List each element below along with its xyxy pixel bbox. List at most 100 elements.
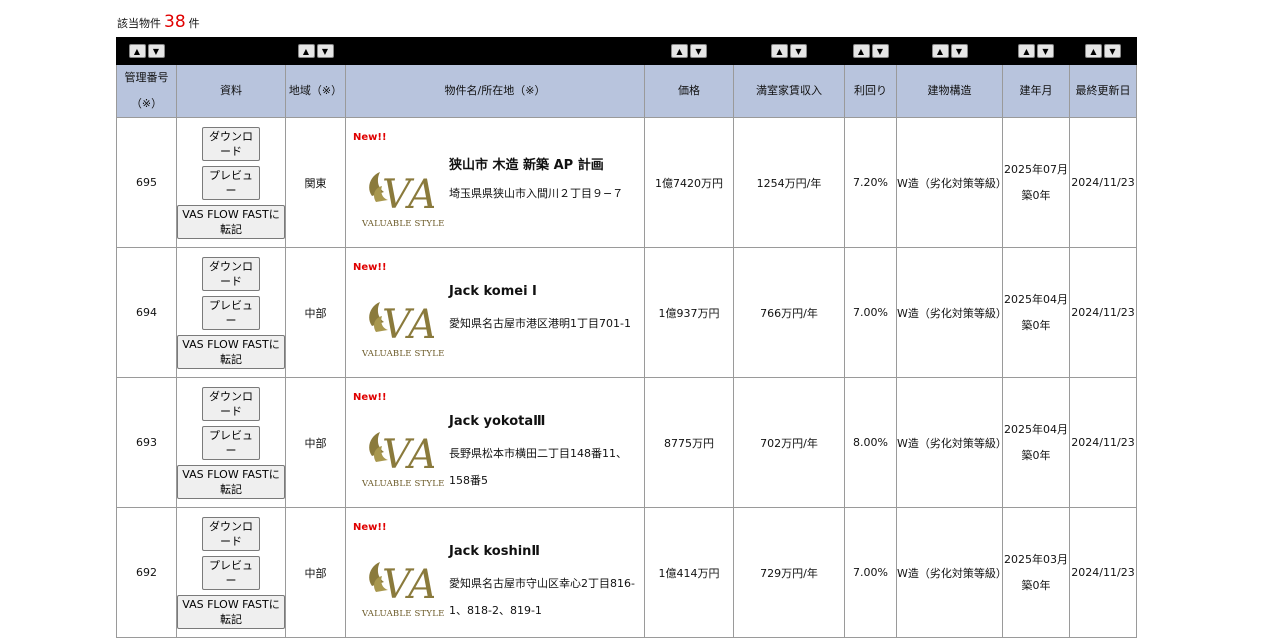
building-age: 築0年 xyxy=(1021,188,1051,202)
logo-text: VALUABLE STYLE xyxy=(362,609,445,619)
new-badge: New!! xyxy=(353,132,387,143)
svg-text:VAS: VAS xyxy=(382,172,434,218)
sort-desc-structure-button[interactable]: ▼ xyxy=(950,44,968,58)
cell-property[interactable]: New!! VAS VALUABLE STYLE 狭山市 木造 新築 AP 計画… xyxy=(345,117,645,248)
sort-asc-region-button[interactable]: ▲ xyxy=(297,44,315,58)
header-updated: 最終更新日 xyxy=(1069,64,1137,118)
cell-id: 694 xyxy=(116,247,177,378)
header-row: 管理番号（※） 資料 地域（※） 物件名/所在地（※） 価格 満室家賃収入 利回… xyxy=(116,64,1137,118)
property-table: ▲ ▼ ▲ ▼ ▲ ▼ ▲ ▼ ▲ ▼ ▲ ▼ ▲ ▼ ▲ ▼ 管理番号（※） 資料 地域（※）… xyxy=(116,37,1137,638)
building-age: 築0年 xyxy=(1021,448,1051,462)
sort-asc-id-button[interactable]: ▲ xyxy=(128,44,146,58)
sort-desc-price-button[interactable]: ▼ xyxy=(690,44,707,58)
cell-yield: 8.00% xyxy=(844,377,897,508)
cell-property[interactable]: New!! VAS VALUABLE STYLE Jack koshinⅡ 愛知… xyxy=(345,507,645,638)
vas-logo-icon: VAS xyxy=(369,562,434,608)
transfer-button[interactable]: VAS FLOW FASTに転記 xyxy=(177,594,285,629)
preview-button[interactable]: プレビュー xyxy=(202,425,260,460)
sort-desc-region-button[interactable]: ▼ xyxy=(316,44,334,58)
sort-desc-id-button[interactable]: ▼ xyxy=(147,44,165,58)
table-row: 692 ダウンロード プレビュー VAS FLOW FASTに転記 中部 New… xyxy=(116,507,1137,638)
cell-updated: 2024/11/23 xyxy=(1069,247,1137,378)
new-badge: New!! xyxy=(353,392,387,403)
cell-yield: 7.00% xyxy=(844,247,897,378)
sort-asc-yield-button[interactable]: ▲ xyxy=(852,44,870,58)
valuable-style-logo[interactable]: VAS VALUABLE STYLE xyxy=(362,552,445,622)
header-property: 物件名/所在地（※） xyxy=(345,64,645,118)
cell-built: 2025年04月 築0年 xyxy=(1002,247,1070,378)
sort-desc-income-button[interactable]: ▼ xyxy=(790,44,807,58)
sort-asc-built-button[interactable]: ▲ xyxy=(1018,44,1035,58)
sort-cell-structure: ▲ ▼ xyxy=(896,37,1003,65)
header-yield: 利回り xyxy=(844,64,897,118)
cell-price: 1億7420万円 xyxy=(644,117,734,248)
property-address: 埼玉県県狭山市入間川２丁目９−７ xyxy=(449,187,624,200)
property-name: Jack yokotaⅢ xyxy=(449,414,546,429)
download-button[interactable]: ダウンロード xyxy=(202,256,260,291)
cell-price: 8775万円 xyxy=(644,377,734,508)
property-address: 長野県松本市横田二丁目148番11、158番5 xyxy=(449,447,627,487)
result-count-suffix: 件 xyxy=(188,17,200,30)
new-badge: New!! xyxy=(353,262,387,273)
transfer-button[interactable]: VAS FLOW FASTに転記 xyxy=(177,334,285,369)
logo-text: VALUABLE STYLE xyxy=(362,349,445,359)
table-row: 693 ダウンロード プレビュー VAS FLOW FASTに転記 中部 New… xyxy=(116,377,1137,508)
sort-desc-yield-button[interactable]: ▼ xyxy=(871,44,889,58)
sort-desc-built-button[interactable]: ▼ xyxy=(1037,44,1054,58)
valuable-style-logo[interactable]: VAS VALUABLE STYLE xyxy=(362,162,445,232)
sort-asc-price-button[interactable]: ▲ xyxy=(671,44,688,58)
cell-id: 692 xyxy=(116,507,177,638)
sort-asc-income-button[interactable]: ▲ xyxy=(771,44,788,58)
sort-cell-price: ▲ ▼ xyxy=(644,37,734,65)
transfer-button[interactable]: VAS FLOW FASTに転記 xyxy=(177,464,285,499)
cell-built: 2025年07月 築0年 xyxy=(1002,117,1070,248)
cell-structure: W造（劣化対策等級） xyxy=(896,507,1007,638)
cell-updated: 2024/11/23 xyxy=(1069,377,1137,508)
sort-asc-updated-button[interactable]: ▲ xyxy=(1085,44,1102,58)
preview-button[interactable]: プレビュー xyxy=(202,555,260,590)
cell-region: 関東 xyxy=(285,117,346,248)
svg-text:VAS: VAS xyxy=(382,562,434,608)
valuable-style-logo[interactable]: VAS VALUABLE STYLE xyxy=(362,422,445,492)
table-row: 694 ダウンロード プレビュー VAS FLOW FASTに転記 中部 New… xyxy=(116,247,1137,378)
sort-cell-updated: ▲ ▼ xyxy=(1069,37,1137,65)
cell-docs: ダウンロード プレビュー VAS FLOW FASTに転記 xyxy=(176,117,286,248)
download-button[interactable]: ダウンロード xyxy=(202,386,260,421)
sort-cell-property xyxy=(345,37,645,65)
cell-structure: W造（劣化対策等級） xyxy=(896,117,1007,248)
valuable-style-logo[interactable]: VAS VALUABLE STYLE xyxy=(362,292,445,362)
vas-logo-icon: VAS xyxy=(369,432,434,478)
preview-button[interactable]: プレビュー xyxy=(202,295,260,330)
sort-cell-region: ▲ ▼ xyxy=(285,37,346,65)
built-month: 2025年04月 xyxy=(1004,422,1068,436)
header-region: 地域（※） xyxy=(285,64,346,118)
sort-asc-structure-button[interactable]: ▲ xyxy=(931,44,949,58)
download-button[interactable]: ダウンロード xyxy=(202,516,260,551)
sort-row: ▲ ▼ ▲ ▼ ▲ ▼ ▲ ▼ ▲ ▼ ▲ ▼ ▲ ▼ ▲ ▼ xyxy=(116,37,1137,65)
cell-property[interactable]: New!! VAS VALUABLE STYLE Jack komei Ⅰ 愛知… xyxy=(345,247,645,378)
cell-structure: W造（劣化対策等級） xyxy=(896,247,1007,378)
cell-region: 中部 xyxy=(285,507,346,638)
header-docs: 資料 xyxy=(176,64,286,118)
svg-text:VAS: VAS xyxy=(382,432,434,478)
sort-cell-built: ▲ ▼ xyxy=(1002,37,1070,65)
property-name: Jack koshinⅡ xyxy=(449,544,540,559)
svg-text:VAS: VAS xyxy=(382,302,434,348)
logo-text: VALUABLE STYLE xyxy=(362,219,445,229)
cell-property[interactable]: New!! VAS VALUABLE STYLE Jack yokotaⅢ 長野… xyxy=(345,377,645,508)
sort-desc-updated-button[interactable]: ▼ xyxy=(1104,44,1121,58)
cell-yield: 7.00% xyxy=(844,507,897,638)
cell-region: 中部 xyxy=(285,247,346,378)
vas-logo-icon: VAS xyxy=(369,172,434,218)
building-age: 築0年 xyxy=(1021,578,1051,592)
cell-price: 1億937万円 xyxy=(644,247,734,378)
result-count-number: 38 xyxy=(164,12,186,32)
cell-price: 1億414万円 xyxy=(644,507,734,638)
logo-text: VALUABLE STYLE xyxy=(362,479,445,489)
property-name: Jack komei Ⅰ xyxy=(449,284,537,299)
cell-docs: ダウンロード プレビュー VAS FLOW FASTに転記 xyxy=(176,377,286,508)
transfer-button[interactable]: VAS FLOW FASTに転記 xyxy=(177,204,285,239)
result-count: 該当物件 38 件 xyxy=(117,12,200,34)
preview-button[interactable]: プレビュー xyxy=(202,165,260,200)
download-button[interactable]: ダウンロード xyxy=(202,126,260,161)
